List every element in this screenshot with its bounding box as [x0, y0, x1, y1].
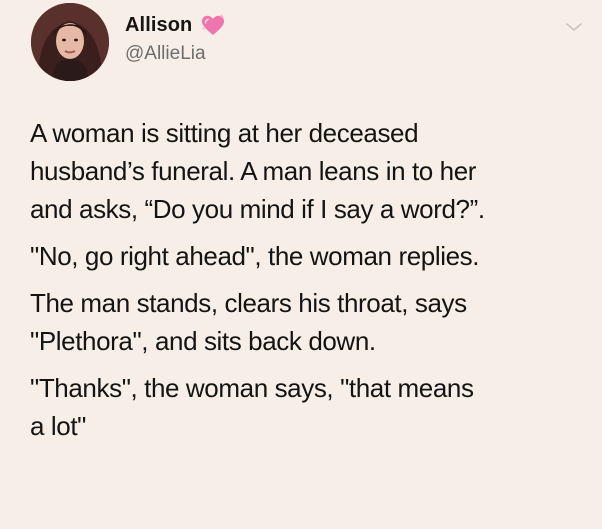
avatar-image — [31, 3, 109, 81]
sparkling-heart-icon — [200, 13, 226, 37]
tweet-paragraph: "No, go right ahead", the woman replies. — [30, 237, 590, 275]
text-line: husband’s funeral. A man leans in to her — [30, 156, 477, 186]
chevron-down-icon[interactable] — [564, 20, 584, 34]
tweet-card: Allison @AllieLia A woman is sitting at … — [0, 0, 602, 529]
display-name[interactable]: Allison — [125, 10, 192, 40]
text-line: a lot" — [30, 411, 86, 441]
text-line: A woman is sitting at her deceased — [30, 118, 419, 148]
text-line: The man stands, clears his throat, says — [30, 288, 467, 318]
text-line: "Thanks", the woman says, "that means — [30, 373, 474, 403]
tweet-paragraph: The man stands, clears his throat, says … — [30, 284, 590, 360]
user-handle[interactable]: @AllieLia — [125, 40, 206, 68]
text-line: and asks, “Do you mind if I say a word?”… — [30, 194, 485, 224]
tweet-paragraph: A woman is sitting at her deceased husba… — [30, 114, 590, 228]
text-line: "Plethora", and sits back down. — [30, 326, 376, 356]
tweet-text: A woman is sitting at her deceased husba… — [30, 114, 590, 445]
text-line: "No, go right ahead", the woman replies. — [30, 241, 480, 271]
tweet-paragraph: "Thanks", the woman says, "that means a … — [30, 369, 590, 445]
avatar[interactable] — [31, 3, 109, 81]
name-row: Allison — [125, 10, 226, 40]
